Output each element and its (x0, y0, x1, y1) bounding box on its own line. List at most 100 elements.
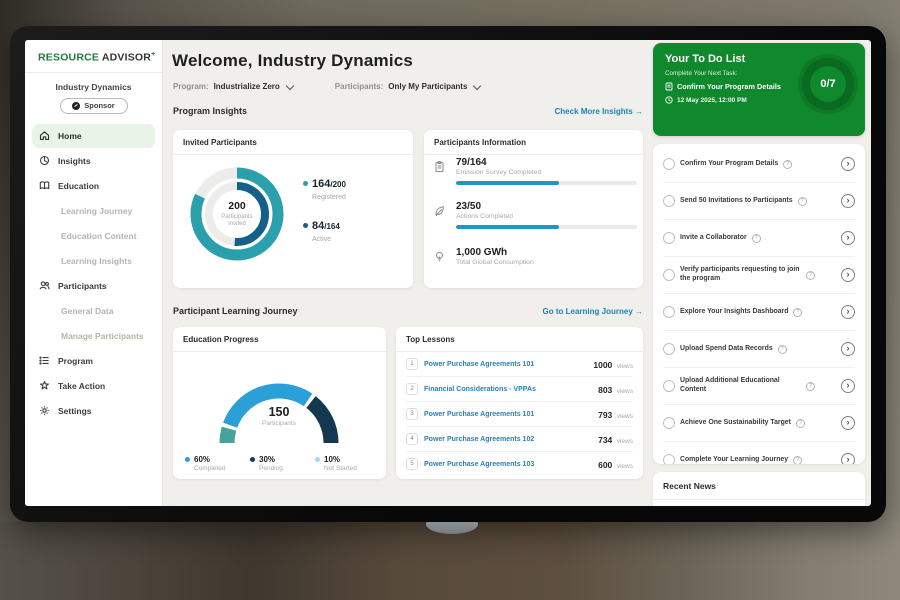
sidebar-item-label: Program (58, 356, 93, 366)
chevron-down-icon (473, 81, 481, 89)
task-checkbox[interactable] (663, 195, 675, 207)
program-filter[interactable]: Program: Industrialize Zero (173, 82, 293, 91)
chevron-right-button[interactable]: › (841, 342, 855, 356)
arrow-right-icon: → (635, 307, 643, 316)
invited-count: 200 (228, 200, 246, 212)
sidebar-item-general-data[interactable]: General Data (32, 299, 155, 323)
sidebar: RESOURCE ADVISOR+ Industry Dynamics Spon… (25, 40, 163, 506)
lesson-link[interactable]: Power Purchase Agreements 102 (424, 436, 534, 443)
chevron-right-button[interactable]: › (841, 453, 855, 464)
chevron-right-button[interactable]: › (841, 305, 855, 319)
rank-badge: 1 (406, 358, 418, 370)
sidebar-item-education-content[interactable]: Education Content (32, 224, 155, 248)
rank-badge: 4 (406, 433, 418, 445)
sidebar-item-manage-participants[interactable]: Manage Participants (32, 324, 155, 348)
chevron-right-button[interactable]: › (841, 231, 855, 245)
sponsor-icon (72, 102, 80, 110)
lesson-link[interactable]: Power Purchase Agreements 101 (424, 361, 534, 368)
sidebar-item-settings[interactable]: Settings (32, 399, 155, 423)
sidebar-item-learning-insights[interactable]: Learning Insights (32, 249, 155, 273)
metric-global-consumption: 1,000 GWh Total Global Consumption (434, 247, 633, 266)
task-row[interactable]: Explore Your Insights Dashboard ? › (663, 294, 855, 331)
task-row[interactable]: Invite a Collaborator ? › (663, 220, 855, 257)
monitor-bezel: RESOURCE ADVISOR+ Industry Dynamics Spon… (10, 26, 886, 522)
task-checkbox[interactable] (663, 417, 675, 429)
rank-badge: 5 (406, 458, 418, 470)
legend-active: 84/164 Active (303, 216, 340, 243)
chevron-right-button[interactable]: › (841, 379, 855, 393)
task-row[interactable]: Send 50 Invitations to Participants ? › (663, 183, 855, 220)
go-to-learning-journey-link[interactable]: Go to Learning Journey → (543, 307, 643, 316)
participants-filter[interactable]: Participants: Only My Participants (335, 82, 481, 91)
task-row[interactable]: Verify participants requesting to join t… (663, 257, 855, 294)
section-title: Participant Learning Journey (173, 306, 298, 316)
task-row[interactable]: Confirm Your Program Details ? › (663, 146, 855, 183)
rank-badge: 2 (406, 383, 418, 395)
gauge-legend: 60% Completed 30% Pending 10% Not Starte… (185, 455, 380, 472)
task-checkbox[interactable] (663, 380, 675, 392)
lesson-link[interactable]: Power Purchase Agreements 103 (424, 461, 534, 468)
todo-task-list: Confirm Your Program Details ? › Send 50… (653, 144, 865, 464)
arrow-right-icon: → (635, 107, 643, 116)
participants-filter-value: Only My Participants (388, 82, 467, 91)
task-checkbox[interactable] (663, 158, 675, 170)
info-icon: ? (806, 271, 815, 280)
sidebar-item-label: Settings (58, 406, 92, 416)
chevron-right-button[interactable]: › (841, 157, 855, 171)
lesson-link[interactable]: Power Purchase Agreements 101 (424, 411, 534, 418)
lesson-row: 2 Financial Considerations - VPPAs 803 v… (406, 377, 633, 402)
sidebar-item-learning-journey[interactable]: Learning Journey (32, 199, 155, 223)
task-row[interactable]: Achieve One Sustainability Target ? › (663, 405, 855, 442)
metric-actions-completed: 23/50 Actions Completed (434, 201, 633, 229)
org-name: Industry Dynamics (25, 82, 162, 92)
chevron-right-button[interactable]: › (841, 268, 855, 282)
chevron-down-icon (286, 81, 294, 89)
info-icon: ? (806, 382, 815, 391)
check-more-insights-link[interactable]: Check More Insights → (555, 107, 643, 116)
section-title: Program Insights (173, 106, 247, 116)
task-row[interactable]: Complete Your Learning Journey ? › (663, 442, 855, 464)
insights-icon (39, 155, 50, 166)
info-icon: ? (778, 345, 787, 354)
task-checkbox[interactable] (663, 232, 675, 244)
participants-information-card: Participants Information 79/164 Emission… (424, 130, 643, 288)
main-content: Welcome, Industry Dynamics Program: Indu… (162, 40, 653, 506)
filter-bar: Program: Industrialize Zero Participants… (173, 82, 480, 91)
card-title: Top Lessons (396, 327, 643, 352)
lesson-row: 3 Power Purchase Agreements 101 793 view… (406, 402, 633, 427)
card-title: Recent News (653, 472, 865, 500)
sidebar-item-participants[interactable]: Participants (32, 274, 155, 298)
task-checkbox[interactable] (663, 306, 675, 318)
screen: RESOURCE ADVISOR+ Industry Dynamics Spon… (25, 40, 871, 506)
task-row[interactable]: Upload Additional Educational Content ? … (663, 368, 855, 405)
sidebar-item-education[interactable]: Education (32, 174, 155, 198)
gear-icon (39, 405, 50, 416)
task-row[interactable]: Upload Spend Data Records ? › (663, 331, 855, 368)
book-icon (39, 180, 50, 191)
lesson-link[interactable]: Financial Considerations - VPPAs (424, 386, 536, 393)
survey-icon (434, 160, 445, 178)
right-column: Your To Do List Complete Your Next Task:… (653, 40, 865, 506)
rank-badge: 3 (406, 408, 418, 420)
task-checkbox[interactable] (663, 454, 675, 464)
info-icon: ? (798, 197, 807, 206)
bulb-icon (434, 250, 445, 268)
program-filter-value: Industrialize Zero (214, 82, 280, 91)
chevron-right-button[interactable]: › (841, 416, 855, 430)
sidebar-item-label: Take Action (58, 381, 105, 391)
task-checkbox[interactable] (663, 343, 675, 355)
todo-progress-ring: 0/7 (802, 58, 854, 110)
chevron-right-button[interactable]: › (841, 194, 855, 208)
sidebar-item-home[interactable]: Home (32, 124, 155, 148)
sidebar-item-program[interactable]: Program (32, 349, 155, 373)
metric-emission-survey: 79/164 Emission Survey Completed (434, 157, 633, 185)
participants-filter-label: Participants: (335, 82, 383, 91)
logo-advisor: ADVISOR (102, 52, 151, 64)
logo-resource: RESOURCE (38, 52, 99, 64)
sidebar-item-insights[interactable]: Insights (32, 149, 155, 173)
sidebar-item-take-action[interactable]: Take Action (32, 374, 155, 398)
lesson-row: 4 Power Purchase Agreements 102 734 view… (406, 427, 633, 452)
task-checkbox[interactable] (663, 269, 675, 281)
legend-registered: 164/200 Registered (303, 174, 346, 201)
legend-dot (303, 223, 308, 228)
